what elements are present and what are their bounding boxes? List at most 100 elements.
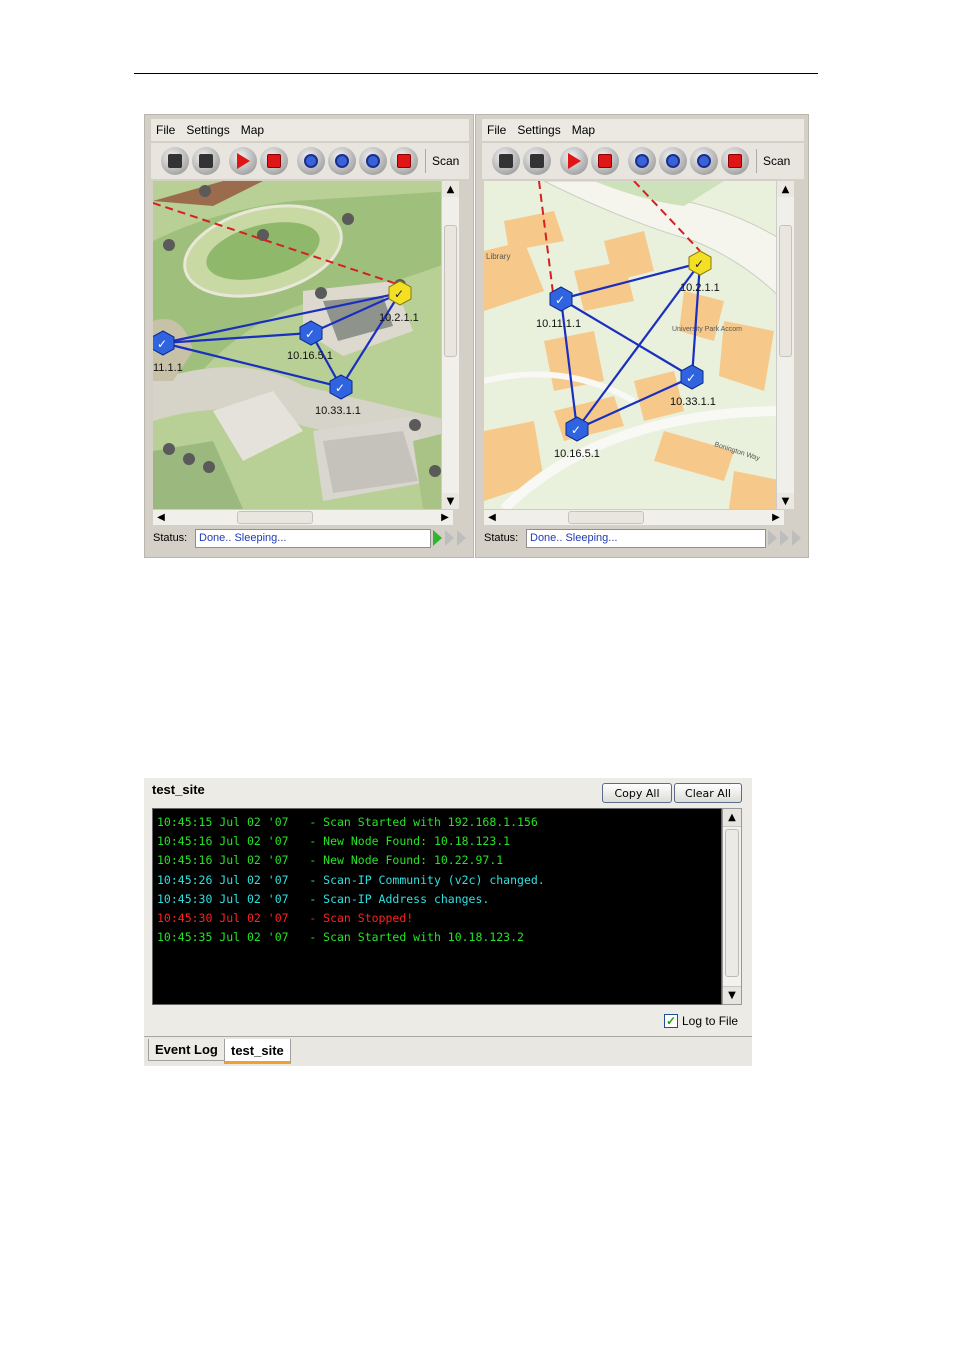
stop-sign-button[interactable] bbox=[390, 147, 418, 175]
scroll-thumb[interactable] bbox=[444, 225, 457, 357]
svg-text:✓: ✓ bbox=[686, 371, 696, 385]
right-map-window: File Settings Map Scan Library Universit… bbox=[475, 114, 809, 558]
play-icon bbox=[236, 153, 250, 169]
menu-file[interactable]: File bbox=[151, 123, 181, 137]
tab-test-site[interactable]: test_site bbox=[224, 1039, 291, 1064]
left-map-window: File Settings Map Scan ✓ ✓ ✓ ✓ 10.2.1.1 … bbox=[144, 114, 474, 558]
log-scrollbar[interactable]: ▲ ▼ bbox=[722, 808, 742, 1005]
scroll-thumb[interactable] bbox=[568, 511, 644, 524]
activity-chevrons-icon bbox=[768, 530, 804, 546]
save-button[interactable] bbox=[523, 147, 551, 175]
zoom-in-icon bbox=[304, 154, 318, 168]
zoom-out-button[interactable] bbox=[659, 147, 687, 175]
menu-bar: File Settings Map bbox=[151, 119, 469, 141]
map-vertical-scrollbar[interactable]: ▲ ▼ bbox=[776, 181, 794, 509]
zoom-out-button[interactable] bbox=[328, 147, 356, 175]
svg-text:✓: ✓ bbox=[571, 423, 581, 437]
zoom-in-icon bbox=[635, 154, 649, 168]
scroll-left-icon[interactable]: ◀ bbox=[153, 510, 169, 525]
map-view[interactable]: ✓ ✓ ✓ ✓ 10.2.1.1 10.16.5.1 11.1.1 10.33.… bbox=[153, 181, 453, 509]
svg-text:✓: ✓ bbox=[694, 257, 704, 271]
menu-bar: File Settings Map bbox=[482, 119, 804, 141]
stop-button[interactable] bbox=[591, 147, 619, 175]
status-label: Status: bbox=[484, 532, 519, 544]
log-console[interactable]: 10:45:15 Jul 02 '07 - Scan Started with … bbox=[152, 808, 722, 1005]
map-text: Library bbox=[486, 252, 510, 261]
log-line: 10:45:15 Jul 02 '07 - Scan Started with … bbox=[157, 815, 538, 829]
log-line: 10:45:30 Jul 02 '07 - Scan-IP Address ch… bbox=[157, 891, 490, 906]
scroll-right-icon[interactable]: ▶ bbox=[437, 510, 453, 525]
event-log-panel: test_site Copy All Clear All 10:45:15 Ju… bbox=[144, 778, 752, 1066]
zoom-fit-button[interactable] bbox=[359, 147, 387, 175]
copy-all-button[interactable]: Copy All bbox=[602, 783, 672, 803]
scroll-thumb[interactable] bbox=[237, 511, 313, 524]
scroll-up-icon[interactable]: ▲ bbox=[723, 809, 741, 827]
checkbox-check-icon[interactable]: ✓ bbox=[664, 1014, 678, 1028]
scan-label[interactable]: Scan bbox=[425, 149, 459, 173]
stop-icon bbox=[267, 154, 281, 168]
tab-strip: Event Log test_site bbox=[144, 1036, 752, 1066]
page-header-rule bbox=[134, 73, 818, 74]
status-bar: Status: Done.. Sleeping... bbox=[482, 527, 804, 549]
clear-all-button[interactable]: Clear All bbox=[674, 783, 742, 803]
play-button[interactable] bbox=[560, 147, 588, 175]
save-icon bbox=[530, 154, 544, 168]
zoom-in-button[interactable] bbox=[297, 147, 325, 175]
play-button[interactable] bbox=[229, 147, 257, 175]
open-button[interactable] bbox=[161, 147, 189, 175]
activity-chevrons-icon bbox=[433, 530, 469, 546]
scan-label[interactable]: Scan bbox=[756, 149, 790, 173]
open-button[interactable] bbox=[492, 147, 520, 175]
svg-text:✓: ✓ bbox=[555, 293, 565, 307]
menu-file[interactable]: File bbox=[482, 123, 512, 137]
zoom-fit-icon bbox=[697, 154, 711, 168]
zoom-in-button[interactable] bbox=[628, 147, 656, 175]
svg-text:✓: ✓ bbox=[394, 287, 404, 301]
status-value: Done.. Sleeping... bbox=[195, 528, 431, 548]
node-label: 11.1.1 bbox=[153, 362, 183, 374]
node-label: 10.16.5.1 bbox=[554, 448, 600, 460]
scroll-down-icon[interactable]: ▼ bbox=[777, 493, 794, 509]
menu-map[interactable]: Map bbox=[567, 123, 601, 137]
save-button[interactable] bbox=[192, 147, 220, 175]
map-text: University Park Accom bbox=[672, 326, 742, 333]
stop-button[interactable] bbox=[260, 147, 288, 175]
node-label: 10.11.1.1 bbox=[536, 318, 581, 330]
node-label: 10.16.5.1 bbox=[287, 350, 333, 362]
map-view[interactable]: Library University Park Accom Bonington … bbox=[484, 181, 784, 509]
log-line: 10:45:35 Jul 02 '07 - Scan Started with … bbox=[157, 930, 524, 945]
scroll-down-icon[interactable]: ▼ bbox=[723, 986, 741, 1004]
node-label: 10.2.1.1 bbox=[379, 312, 419, 324]
map-vertical-scrollbar[interactable]: ▲ ▼ bbox=[441, 181, 459, 509]
log-to-file-label: Log to File bbox=[682, 1014, 739, 1028]
zoom-fit-button[interactable] bbox=[690, 147, 718, 175]
svg-text:✓: ✓ bbox=[305, 327, 315, 341]
menu-settings[interactable]: Settings bbox=[512, 123, 566, 137]
log-to-file-checkbox[interactable]: ✓ Log to File bbox=[664, 1014, 738, 1028]
svg-text:✓: ✓ bbox=[335, 381, 345, 395]
stop-icon bbox=[598, 154, 612, 168]
menu-settings[interactable]: Settings bbox=[181, 123, 235, 137]
map-horizontal-scrollbar[interactable]: ◀ ▶ bbox=[484, 509, 784, 525]
map-horizontal-scrollbar[interactable]: ◀ ▶ bbox=[153, 509, 453, 525]
node-label: 10.2.1.1 bbox=[680, 282, 720, 294]
scroll-left-icon[interactable]: ◀ bbox=[484, 510, 500, 525]
stop-sign-icon bbox=[728, 154, 742, 168]
play-icon bbox=[567, 153, 581, 169]
scroll-right-icon[interactable]: ▶ bbox=[768, 510, 784, 525]
node-label: 10.33.1.1 bbox=[315, 405, 361, 417]
status-bar: Status: Done.. Sleeping... bbox=[151, 527, 469, 549]
log-line: 10:45:30 Jul 02 '07 - Scan Stopped! bbox=[157, 911, 414, 926]
stop-sign-button[interactable] bbox=[721, 147, 749, 175]
scroll-thumb[interactable] bbox=[779, 225, 792, 357]
log-line: 10:45:26 Jul 02 '07 - Scan-IP Community … bbox=[157, 872, 545, 887]
menu-map[interactable]: Map bbox=[236, 123, 270, 137]
scroll-down-icon[interactable]: ▼ bbox=[442, 493, 459, 509]
scroll-up-icon[interactable]: ▲ bbox=[442, 181, 459, 197]
scroll-thumb[interactable] bbox=[725, 829, 739, 977]
street-map: Library University Park Accom Bonington … bbox=[484, 181, 784, 509]
toolbar: Scan bbox=[151, 143, 469, 179]
toolbar: Scan bbox=[482, 143, 804, 179]
tab-event-log[interactable]: Event Log bbox=[148, 1039, 225, 1061]
scroll-up-icon[interactable]: ▲ bbox=[777, 181, 794, 197]
